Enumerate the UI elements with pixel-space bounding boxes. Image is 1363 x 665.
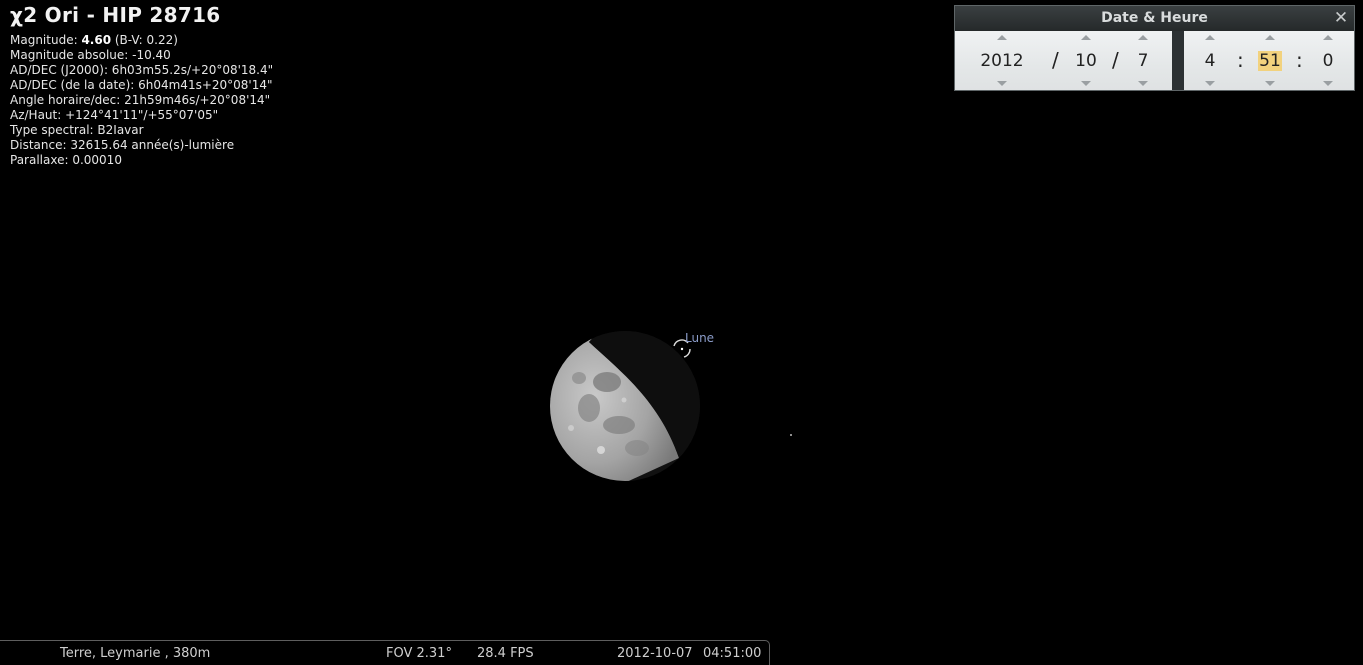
magnitude-value: 4.60 xyxy=(81,33,112,47)
hour-down-arrow-icon[interactable] xyxy=(1205,81,1215,86)
moon-label: Lune xyxy=(685,331,715,345)
object-title: χ2 Ori - HIP 28716 xyxy=(10,3,221,27)
magnitude-label: Magnitude: xyxy=(10,33,82,47)
dialog-title: Date & Heure xyxy=(1101,10,1208,26)
time-panel: 4 : 51 : 0 xyxy=(1184,31,1354,90)
magnitude-line: Magnitude: 4.60 (B-V: 0.22) xyxy=(10,33,273,48)
minute-up-arrow-icon[interactable] xyxy=(1265,35,1275,40)
magnitude-bv: (B-V: 0.22) xyxy=(111,33,178,47)
dialog-body: 2012 / 10 / 7 4: 51: 0 xyxy=(955,31,1354,90)
day-value[interactable]: 7 xyxy=(1125,50,1161,72)
hour-up-arrow-icon[interactable] xyxy=(1205,35,1215,40)
month-up-arrow-icon[interactable] xyxy=(1081,35,1091,40)
radec-date-line: AD/DEC (de la date): 6h04m41s+20°08'14" xyxy=(10,78,273,92)
date-separator: / xyxy=(1052,48,1059,72)
second-down-arrow-icon[interactable] xyxy=(1323,81,1333,86)
hour-value[interactable]: 4 xyxy=(1192,50,1228,72)
minute-down-arrow-icon[interactable] xyxy=(1265,81,1275,86)
second-up-arrow-icon[interactable] xyxy=(1323,35,1333,40)
year-down-arrow-icon[interactable] xyxy=(997,81,1007,86)
radec-j2000-line: AD/DEC (J2000): 6h03m55.2s/+20°08'18.4" xyxy=(10,63,274,77)
time-separator: : xyxy=(1237,48,1244,72)
date-panel: 2012 / 10 / 7 xyxy=(955,31,1172,90)
day-up-arrow-icon[interactable] xyxy=(1138,35,1148,40)
star-point[interactable] xyxy=(790,434,792,436)
year-spinner[interactable]: 2012 xyxy=(967,31,1037,90)
close-icon[interactable]: ✕ xyxy=(1333,6,1349,30)
parallax-line: Parallaxe: 0.00010 xyxy=(10,153,122,167)
status-bar: Terre, Leymarie , 380m FOV 2.31° 28.4 FP… xyxy=(0,640,770,665)
sky-view[interactable]: χ2 Ori - HIP 28716 Magnitude: 4.60 (B-V:… xyxy=(0,0,1363,665)
minute-value-text[interactable]: 51 xyxy=(1258,51,1282,71)
year-value[interactable]: 2012 xyxy=(967,50,1037,72)
dialog-titlebar[interactable]: Date & Heure ✕ xyxy=(955,6,1354,31)
minute-spinner[interactable]: 51 xyxy=(1250,31,1290,90)
second-spinner[interactable]: 0 xyxy=(1310,31,1346,90)
object-info-panel: χ2 Ori - HIP 28716 Magnitude: 4.60 (B-V:… xyxy=(10,3,274,168)
panel-divider xyxy=(1172,31,1184,90)
fps-text: 28.4 FPS xyxy=(477,646,534,661)
date-text: 2012-10-07 xyxy=(617,646,693,661)
hour-spinner[interactable]: 4 xyxy=(1192,31,1228,90)
az-alt-line: Az/Haut: +124°41'11"/+55°07'05" xyxy=(10,108,219,122)
abs-magnitude-line: Magnitude absolue: -10.40 xyxy=(10,48,171,62)
distance-line: Distance: 32615.64 année(s)-lumière xyxy=(10,138,235,152)
month-down-arrow-icon[interactable] xyxy=(1081,81,1091,86)
date-time-dialog: Date & Heure ✕ 2012 / 10 / 7 4: 51: 0 xyxy=(954,5,1355,91)
month-spinner[interactable]: 10 xyxy=(1065,31,1107,90)
second-value[interactable]: 0 xyxy=(1310,50,1346,72)
hour-angle-line: Angle horaire/dec: 21h59m46s/+20°08'14" xyxy=(10,93,271,107)
month-value[interactable]: 10 xyxy=(1065,50,1107,72)
time-text: 04:51:00 xyxy=(703,646,762,661)
minute-value[interactable]: 51 xyxy=(1250,50,1290,72)
date-separator: / xyxy=(1112,48,1119,72)
year-up-arrow-icon[interactable] xyxy=(997,35,1007,40)
location-text: Terre, Leymarie , 380m xyxy=(60,646,211,661)
time-separator: : xyxy=(1296,48,1303,72)
day-spinner[interactable]: 7 xyxy=(1125,31,1161,90)
fov-text: FOV 2.31° xyxy=(386,646,452,661)
day-down-arrow-icon[interactable] xyxy=(1138,81,1148,86)
spectral-type-line: Type spectral: B2Iavar xyxy=(10,123,144,137)
